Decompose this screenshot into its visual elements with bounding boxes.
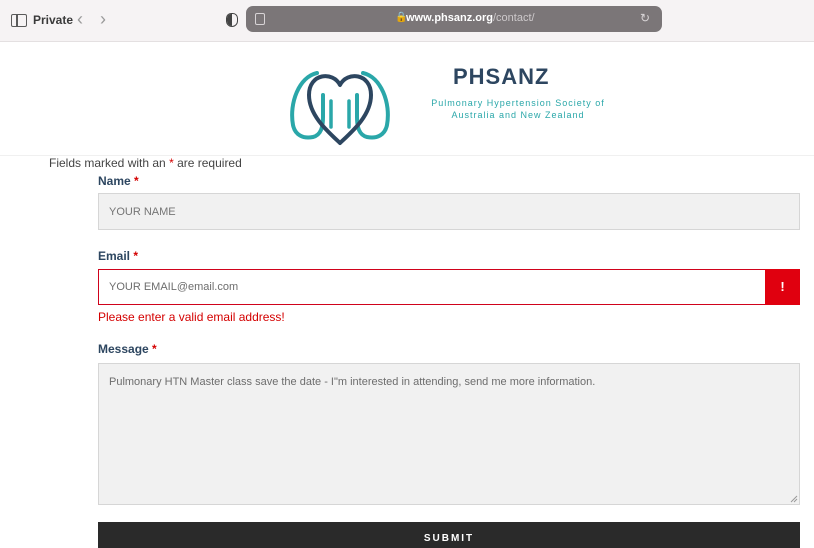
message-label: Message * bbox=[98, 342, 157, 356]
back-button[interactable]: ‹ bbox=[77, 9, 83, 29]
message-label-text: Message bbox=[98, 342, 149, 356]
required-fields-note: Fields marked with an * are required bbox=[49, 156, 242, 170]
brand-tagline: Pulmonary Hypertension Society of Austra… bbox=[418, 97, 618, 121]
name-label-text: Name bbox=[98, 174, 131, 188]
phsanz-logo-icon[interactable] bbox=[287, 61, 393, 153]
email-error-message: Please enter a valid email address! bbox=[98, 310, 285, 324]
site-header: PHSANZ Pulmonary Hypertension Society of… bbox=[0, 43, 814, 156]
email-required-star: * bbox=[133, 249, 139, 263]
url-path: /contact/ bbox=[493, 12, 535, 24]
resize-handle-icon[interactable] bbox=[789, 494, 798, 503]
message-textarea[interactable]: Pulmonary HTN Master class save the date… bbox=[98, 363, 800, 505]
required-note-suffix: are required bbox=[177, 156, 242, 170]
name-input[interactable] bbox=[98, 193, 800, 230]
address-bar[interactable]: 🔒 www.phsanz.org/contact/ ↻ bbox=[246, 6, 662, 32]
url-domain: www.phsanz.org bbox=[406, 12, 493, 24]
brand-name: PHSANZ bbox=[453, 64, 550, 89]
email-label-text: Email bbox=[98, 249, 131, 263]
submit-button[interactable]: SUBMIT bbox=[98, 522, 800, 548]
url-text[interactable]: www.phsanz.org/contact/ bbox=[406, 12, 535, 24]
forward-button[interactable]: › bbox=[100, 9, 106, 29]
email-label: Email * bbox=[98, 249, 138, 263]
private-browsing-label: Private bbox=[33, 13, 74, 27]
required-note-star: * bbox=[169, 156, 174, 170]
brand-tagline-line2: Australia and New Zealand bbox=[451, 110, 585, 120]
name-required-star: * bbox=[134, 174, 139, 188]
message-required-star: * bbox=[152, 342, 157, 356]
required-note-prefix: Fields marked with an bbox=[49, 156, 166, 170]
sidebar-toggle-icon[interactable] bbox=[11, 14, 27, 27]
privacy-shield-icon[interactable] bbox=[226, 13, 238, 27]
email-input[interactable] bbox=[98, 269, 800, 305]
reload-icon[interactable]: ↻ bbox=[640, 11, 650, 25]
page-icon[interactable] bbox=[255, 13, 265, 25]
name-label: Name * bbox=[98, 174, 139, 188]
email-error-icon: ! bbox=[765, 269, 800, 305]
brand-tagline-line1: Pulmonary Hypertension Society of bbox=[431, 98, 605, 108]
browser-toolbar: Private ‹ › 🔒 www.phsanz.org/contact/ ↻ bbox=[0, 0, 814, 42]
